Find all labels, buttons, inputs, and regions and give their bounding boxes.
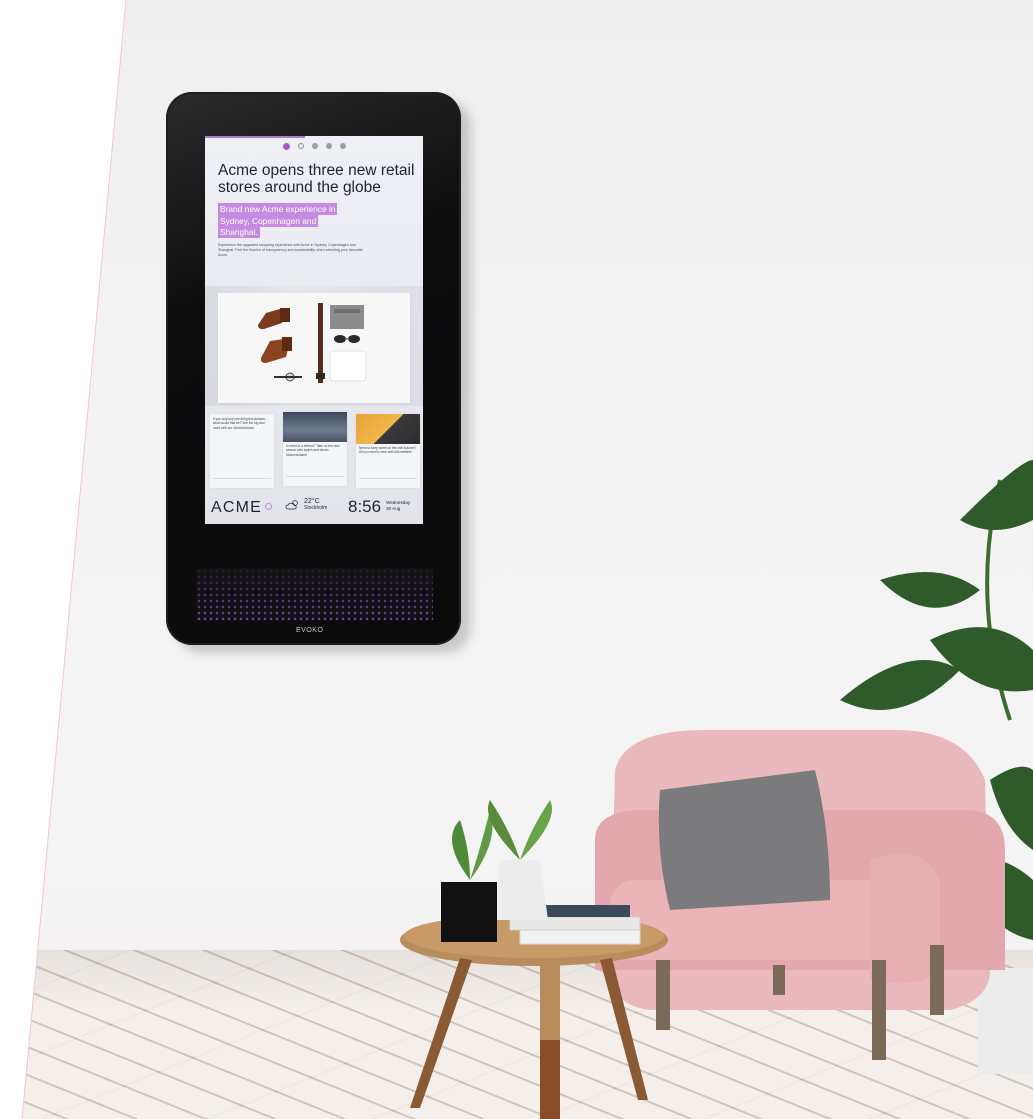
furniture-layer bbox=[400, 460, 1033, 1119]
side-table bbox=[400, 914, 668, 1119]
room-scene: Acme opens three new retail stores aroun… bbox=[0, 0, 1033, 1119]
grey-cushion bbox=[658, 770, 830, 910]
